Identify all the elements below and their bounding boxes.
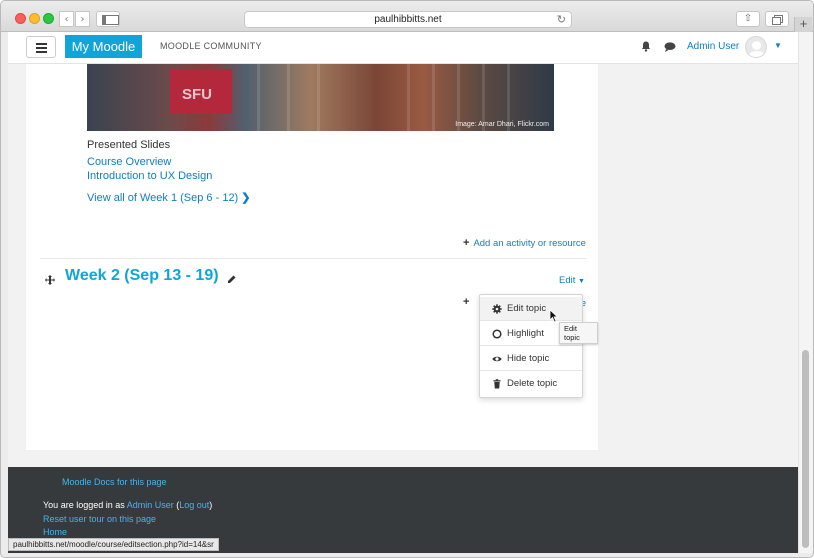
hide-topic-menu-item[interactable]: Hide topic bbox=[480, 347, 582, 371]
mouse-pointer-icon bbox=[549, 309, 559, 323]
logged-in-info: You are logged in as Admin User (Log out… bbox=[43, 500, 213, 510]
back-button[interactable]: ‹ bbox=[59, 11, 74, 27]
reload-icon[interactable]: ↻ bbox=[557, 12, 566, 27]
course-overview-link[interactable]: Course Overview bbox=[87, 156, 171, 168]
view-all-label: View all of Week 1 (Sep 6 - 12) bbox=[87, 192, 239, 204]
logged-in-prefix: You are logged in as bbox=[43, 500, 125, 510]
sidebar-toggle-button[interactable] bbox=[96, 11, 120, 27]
edit-topic-label: Edit topic bbox=[507, 303, 547, 314]
logout-link[interactable]: Log out bbox=[179, 500, 209, 510]
plus-icon: + bbox=[463, 237, 470, 249]
web-viewport: My Moodle MOODLE COMMUNITY Admin User ▼ bbox=[8, 32, 798, 553]
circle-outline-icon bbox=[492, 329, 502, 339]
address-bar[interactable]: paulhibbitts.net ↻ bbox=[244, 11, 572, 28]
sfu-sign: SFU bbox=[170, 69, 232, 114]
move-icon[interactable] bbox=[45, 275, 55, 285]
section-edit-menu[interactable]: Edit ▼ bbox=[559, 275, 585, 286]
moodle-navbar: My Moodle MOODLE COMMUNITY Admin User ▼ bbox=[8, 32, 798, 64]
chevron-down-icon: ▼ bbox=[578, 278, 585, 285]
ux-design-link[interactable]: Introduction to UX Design bbox=[87, 170, 212, 182]
eye-icon bbox=[492, 356, 502, 362]
moodle-docs-link[interactable]: Moodle Docs for this page bbox=[62, 477, 167, 487]
image-credit: Image: Amar Dhari, Flickr.com bbox=[455, 121, 549, 128]
course-content: SFU Image: Amar Dhari, Flickr.com Presen… bbox=[26, 64, 598, 450]
hamburger-icon-bar bbox=[36, 51, 47, 53]
show-tabs-button[interactable] bbox=[765, 11, 789, 27]
plus-icon[interactable]: + bbox=[463, 296, 469, 308]
avatar[interactable] bbox=[745, 36, 767, 58]
edit-menu-label: Edit bbox=[559, 275, 576, 286]
hide-topic-label: Hide topic bbox=[507, 353, 550, 364]
view-all-week1-link[interactable]: View all of Week 1 (Sep 6 - 12) ❯ bbox=[87, 191, 251, 204]
home-link[interactable]: Home bbox=[43, 527, 67, 537]
nav-drawer-toggle[interactable] bbox=[26, 36, 56, 58]
site-brand[interactable]: My Moodle bbox=[65, 35, 142, 58]
scrollbar-thumb[interactable] bbox=[802, 350, 809, 548]
logged-in-user-link[interactable]: Admin User bbox=[127, 500, 174, 510]
close-window-button[interactable] bbox=[15, 13, 26, 24]
delete-topic-label: Delete topic bbox=[507, 378, 558, 389]
edit-topic-tooltip: Edit topic bbox=[559, 322, 598, 344]
add-activity-link[interactable]: + Add an activity or resource bbox=[463, 237, 586, 249]
add-activity-label: Add an activity or resource bbox=[473, 238, 586, 249]
chat-icon[interactable] bbox=[664, 42, 676, 52]
moodle-community-link[interactable]: MOODLE COMMUNITY bbox=[160, 41, 262, 51]
highlight-label: Highlight bbox=[507, 328, 544, 339]
minimize-window-button[interactable] bbox=[29, 13, 40, 24]
chevron-down-icon[interactable]: ▼ bbox=[774, 41, 782, 50]
edit-topic-menu-item[interactable]: Edit topic bbox=[480, 297, 582, 321]
address-text: paulhibbitts.net bbox=[374, 14, 442, 25]
browser-titlebar: ‹ › paulhibbitts.net ↻ ⇧ + bbox=[1, 1, 813, 32]
forward-button[interactable]: › bbox=[75, 11, 90, 27]
zoom-window-button[interactable] bbox=[43, 13, 54, 24]
gear-icon bbox=[492, 304, 502, 314]
reset-tour-link[interactable]: Reset user tour on this page bbox=[43, 514, 156, 524]
presented-slides-label: Presented Slides bbox=[87, 139, 171, 151]
user-menu-name[interactable]: Admin User bbox=[687, 41, 739, 52]
hamburger-icon-bar bbox=[36, 47, 47, 49]
share-button[interactable]: ⇧ bbox=[736, 11, 760, 27]
week2-title[interactable]: Week 2 (Sep 13 - 19) bbox=[65, 267, 219, 285]
browser-window: ‹ › paulhibbitts.net ↻ ⇧ + My Moodle MOO… bbox=[0, 0, 814, 558]
edit-dropdown-menu: Edit topic Highlight Hide topic Delete t… bbox=[479, 294, 583, 398]
bell-icon[interactable] bbox=[641, 41, 651, 52]
history-nav: ‹ › bbox=[59, 11, 90, 27]
week1-banner-image: SFU Image: Amar Dhari, Flickr.com bbox=[87, 64, 554, 131]
new-tab-button[interactable]: + bbox=[794, 17, 812, 32]
trash-icon bbox=[493, 379, 501, 389]
pencil-icon[interactable] bbox=[227, 275, 236, 284]
vertical-scrollbar[interactable] bbox=[798, 32, 813, 553]
delete-topic-menu-item[interactable]: Delete topic bbox=[480, 372, 582, 396]
hamburger-icon-bar bbox=[36, 43, 47, 45]
link-status-bar: paulhibbitts.net/moodle/course/editsecti… bbox=[8, 538, 219, 551]
chevron-right-icon: ❯ bbox=[241, 192, 251, 204]
section-divider bbox=[40, 258, 587, 259]
